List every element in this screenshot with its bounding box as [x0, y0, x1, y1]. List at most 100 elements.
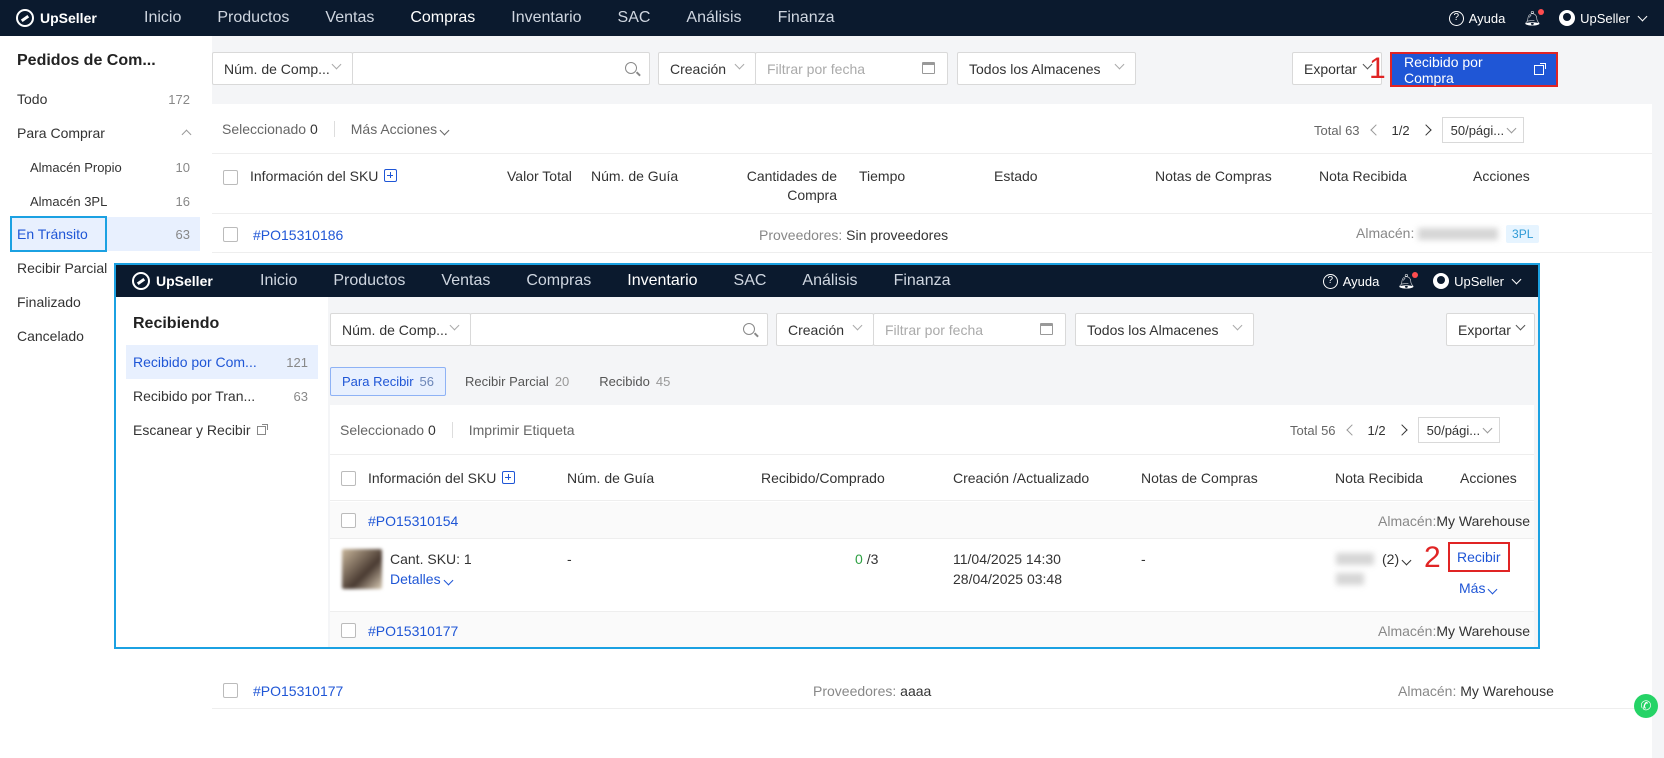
recibir-button[interactable]: Recibir [1448, 542, 1510, 572]
page-size-select[interactable]: 50/pági... [1417, 417, 1501, 443]
date-placeholder: Filtrar por fecha [885, 321, 984, 338]
date-type-select[interactable]: Creación [776, 313, 874, 346]
export-button[interactable]: Exportar [1446, 313, 1535, 346]
warehouse-select[interactable]: Todos los Almacenes [957, 52, 1136, 85]
user-menu[interactable]: UpSeller [1559, 10, 1648, 26]
tag-3pl: 3PL [1506, 225, 1540, 243]
po-number-link[interactable]: #PO15310154 [368, 513, 458, 529]
receiving-page-overlay: UpSeller Inicio Productos Ventas Compras… [114, 263, 1540, 649]
help-link[interactable]: ? Ayuda [1322, 273, 1379, 289]
date-type-value: Creación [670, 60, 727, 77]
nav-ventas[interactable]: Ventas [307, 0, 392, 36]
date-type-select[interactable]: Creación [658, 52, 756, 85]
row-checkbox[interactable] [341, 513, 356, 528]
nav-analisis[interactable]: Análisis [668, 0, 759, 36]
nav-sac[interactable]: SAC [716, 265, 785, 297]
sidebar-item-para-comprar[interactable]: Para Comprar [10, 116, 200, 150]
notification-bell[interactable]: 🔔︎ [1523, 8, 1545, 27]
selected-count: 0 [427, 421, 436, 438]
search-type-select[interactable]: Núm. de Comp... [212, 52, 353, 85]
nav-productos[interactable]: Productos [315, 265, 423, 297]
sidebar-item-recibido-por-transito[interactable]: Recibido por Tran... 63 [126, 379, 318, 413]
sidebar-item-todo[interactable]: Todo 172 [10, 82, 200, 116]
sidebar-item-almacen-3pl[interactable]: Almacén 3PL 16 [10, 184, 200, 218]
tab-recibir-parcial[interactable]: Recibir Parcial 20 [454, 367, 580, 396]
search-input[interactable] [352, 52, 650, 85]
print-label-button[interactable]: Imprimir Etiqueta [469, 422, 575, 438]
nav-inicio[interactable]: Inicio [242, 265, 315, 297]
sidebar-item-almacen-propio[interactable]: Almacén Propio 10 [10, 150, 200, 184]
col-creacion-actualizado: Creación /Actualizado [953, 470, 1090, 486]
chevron-down-icon [1482, 423, 1493, 433]
plus-square-icon[interactable] [502, 471, 516, 484]
upseller-logo-icon [16, 9, 34, 27]
brand-logo[interactable]: UpSeller [0, 9, 126, 27]
date-type-value: Creación [788, 321, 845, 338]
details-toggle[interactable]: Detalles [390, 571, 454, 587]
user-menu[interactable]: UpSeller [1433, 273, 1522, 289]
chevron-down-icon [1488, 584, 1498, 595]
next-page-icon[interactable] [1395, 424, 1408, 436]
selected-count: 0 [309, 120, 318, 137]
plus-square-icon[interactable] [384, 169, 398, 182]
col-recibido-comprado: Recibido/Comprado [761, 470, 885, 486]
next-page-icon[interactable] [1419, 124, 1432, 136]
chevron-down-icon [1232, 320, 1243, 331]
date-filter-input[interactable]: Filtrar por fecha [873, 313, 1066, 346]
notification-bell[interactable]: 🔔︎ [1397, 271, 1419, 290]
select-all-checkbox[interactable] [223, 170, 238, 185]
product-thumbnail[interactable] [342, 549, 382, 589]
upseller-logo-icon [132, 272, 150, 290]
prev-page-icon[interactable] [1369, 124, 1382, 136]
tab-recibido[interactable]: Recibido 45 [588, 367, 681, 396]
nav-finanza[interactable]: Finanza [876, 265, 969, 297]
nav-sac[interactable]: SAC [600, 0, 669, 36]
blurred-note-text [1336, 553, 1374, 565]
row-checkbox[interactable] [341, 623, 356, 638]
whatsapp-chat-button[interactable]: ✆ [1634, 694, 1658, 718]
more-actions-dropdown[interactable]: Más Acciones [351, 121, 450, 137]
po-number-link[interactable]: #PO15310186 [253, 227, 343, 243]
tab-para-recibir[interactable]: Para Recibir 56 [330, 367, 446, 396]
nav-compras[interactable]: Compras [392, 0, 493, 36]
sidebar-item-label: Escanear y Recibir [133, 422, 251, 438]
recibido-por-compra-button[interactable]: Recibido por Compra [1390, 52, 1558, 87]
sidebar-item-escanear-recibir[interactable]: Escanear y Recibir [126, 413, 318, 447]
nav-productos[interactable]: Productos [199, 0, 307, 36]
step-1-annotation: 1 [1369, 52, 1386, 85]
updated-date: 28/04/2025 03:48 [953, 571, 1062, 587]
calendar-icon [1040, 323, 1053, 335]
sidebar-item-recibido-por-compra[interactable]: Recibido por Com... 121 [126, 345, 318, 379]
row-checkbox[interactable] [223, 683, 238, 698]
export-label: Exportar [1304, 60, 1357, 77]
tab-label: Para Recibir [342, 374, 414, 389]
note-count-dropdown[interactable]: (2) [1382, 551, 1412, 567]
col-notas-compras: Notas de Compras [1141, 470, 1258, 486]
nav-finanza[interactable]: Finanza [760, 0, 853, 36]
supplier-label: Proveedores: [759, 227, 843, 243]
nav-inventario[interactable]: Inventario [493, 0, 599, 36]
warehouse-info: Almacén: 3PL [1356, 225, 1540, 243]
top-navbar: UpSeller Inicio Productos Ventas Compras… [0, 0, 1664, 36]
filter-bar: Núm. de Comp... Creación Filtrar por fec… [212, 52, 1652, 87]
nav-analisis[interactable]: Análisis [784, 265, 875, 297]
nav-inventario[interactable]: Inventario [609, 265, 715, 297]
nav-compras[interactable]: Compras [508, 265, 609, 297]
received-ordered: 0 /3 [855, 551, 878, 567]
search-type-select[interactable]: Núm. de Comp... [330, 313, 471, 346]
po-number-link[interactable]: #PO15310177 [253, 683, 343, 699]
more-dropdown[interactable]: Más [1459, 580, 1498, 596]
search-input[interactable] [470, 313, 768, 346]
prev-page-icon[interactable] [1345, 424, 1358, 436]
order-header-row: #PO15310177 Almacén:My Warehouse [330, 612, 1534, 647]
brand-logo[interactable]: UpSeller [116, 272, 242, 290]
row-checkbox[interactable] [223, 227, 238, 242]
warehouse-select[interactable]: Todos los Almacenes [1075, 313, 1254, 346]
help-link[interactable]: ? Ayuda [1448, 10, 1505, 26]
po-number-link[interactable]: #PO15310177 [368, 623, 458, 639]
nav-ventas[interactable]: Ventas [423, 265, 508, 297]
page-size-select[interactable]: 50/pági... [1441, 117, 1525, 143]
select-all-checkbox[interactable] [341, 471, 356, 486]
date-filter-input[interactable]: Filtrar por fecha [755, 52, 948, 85]
nav-inicio[interactable]: Inicio [126, 0, 199, 36]
